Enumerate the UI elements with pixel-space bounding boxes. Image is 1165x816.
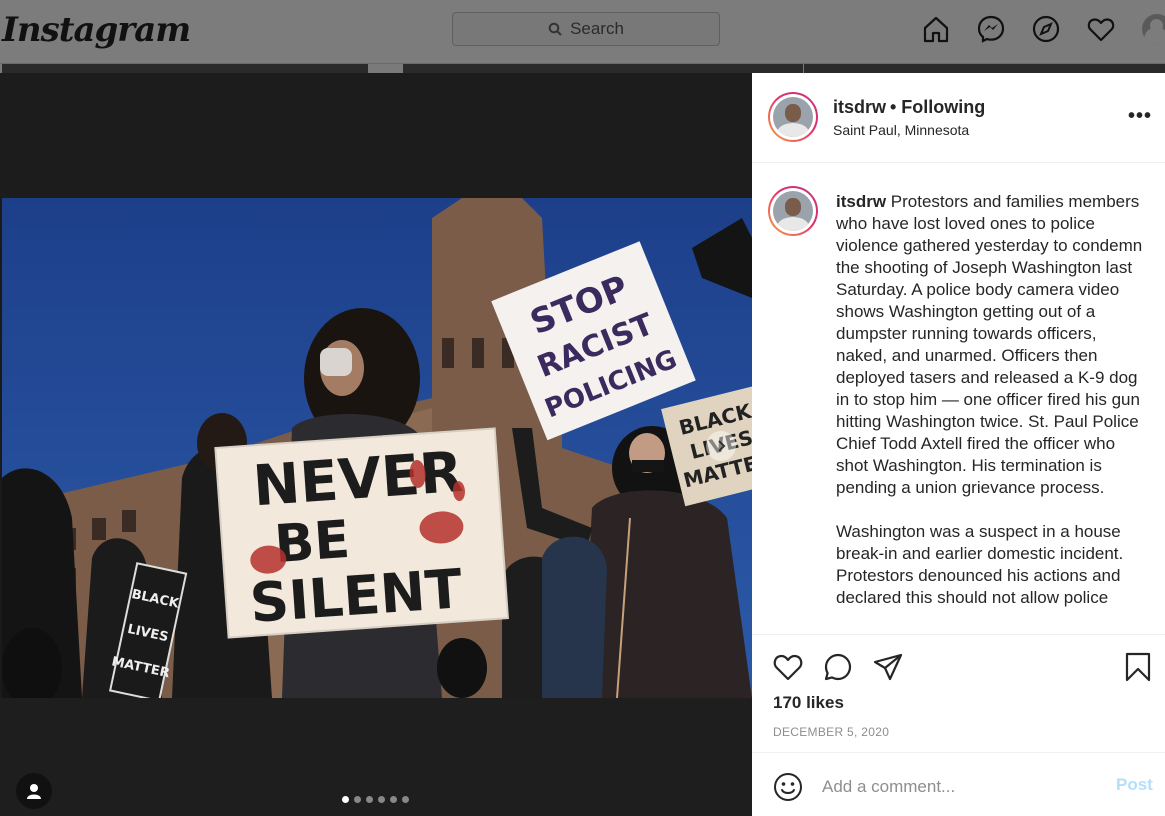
caption-username[interactable]: itsdrw	[836, 192, 886, 211]
search-icon	[548, 22, 562, 36]
heart-icon[interactable]	[1086, 14, 1116, 44]
top-navigation-bar: Instagram Search	[0, 0, 1165, 64]
photo-border-top	[0, 73, 752, 198]
tagged-users-button[interactable]	[16, 773, 52, 809]
like-count[interactable]: 170 likes	[773, 693, 844, 713]
comment-icon[interactable]	[822, 651, 854, 683]
carousel-dot	[378, 796, 385, 803]
like-icon[interactable]	[772, 651, 804, 683]
post-caption: itsdrw Protestors and families members w…	[836, 191, 1148, 609]
caption-avatar[interactable]	[768, 186, 818, 236]
instagram-logo[interactable]: Instagram	[2, 10, 191, 50]
chevron-right-icon	[718, 440, 726, 452]
comment-input[interactable]	[822, 771, 1102, 803]
carousel-dot	[402, 796, 409, 803]
search-input[interactable]: Search	[452, 12, 720, 46]
carousel-next-button[interactable]	[706, 431, 736, 461]
messenger-icon[interactable]	[976, 14, 1006, 44]
author-avatar[interactable]	[768, 92, 818, 142]
search-placeholder: Search	[570, 19, 624, 38]
carousel-dot	[390, 796, 397, 803]
share-icon[interactable]	[872, 651, 904, 683]
post-media[interactable]: NEVER BE SILENT STOP RACIST POLICING BLA…	[0, 73, 752, 816]
home-icon[interactable]	[921, 14, 951, 44]
following-status[interactable]: • Following	[890, 97, 985, 118]
post-details-panel: itsdrw • Following Saint Paul, Minnesota…	[752, 73, 1165, 816]
compass-icon[interactable]	[1031, 14, 1061, 44]
carousel-dot-active	[342, 796, 349, 803]
carousel-indicator	[342, 796, 409, 803]
emoji-icon[interactable]	[772, 771, 804, 803]
author-username[interactable]: itsdrw	[833, 97, 886, 118]
caption-text: Protestors and families members who have…	[836, 192, 1143, 607]
comment-composer: Post	[752, 753, 1165, 816]
bookmark-icon[interactable]	[1122, 651, 1154, 683]
avatar[interactable]	[1142, 14, 1165, 44]
post-photo[interactable]: NEVER BE SILENT STOP RACIST POLICING BLA…	[2, 198, 752, 698]
carousel-dot	[354, 796, 361, 803]
post-date: DECEMBER 5, 2020	[773, 725, 890, 739]
post-actions: 170 likes DECEMBER 5, 2020	[752, 635, 1165, 753]
post-location[interactable]: Saint Paul, Minnesota	[833, 122, 969, 138]
post-header: itsdrw • Following Saint Paul, Minnesota…	[752, 73, 1165, 163]
caption-area[interactable]: itsdrw Protestors and families members w…	[752, 163, 1165, 635]
carousel-dot	[366, 796, 373, 803]
more-options-button[interactable]: •••	[1128, 105, 1152, 128]
post-comment-button[interactable]: Post	[1116, 775, 1153, 795]
user-icon	[27, 784, 41, 799]
